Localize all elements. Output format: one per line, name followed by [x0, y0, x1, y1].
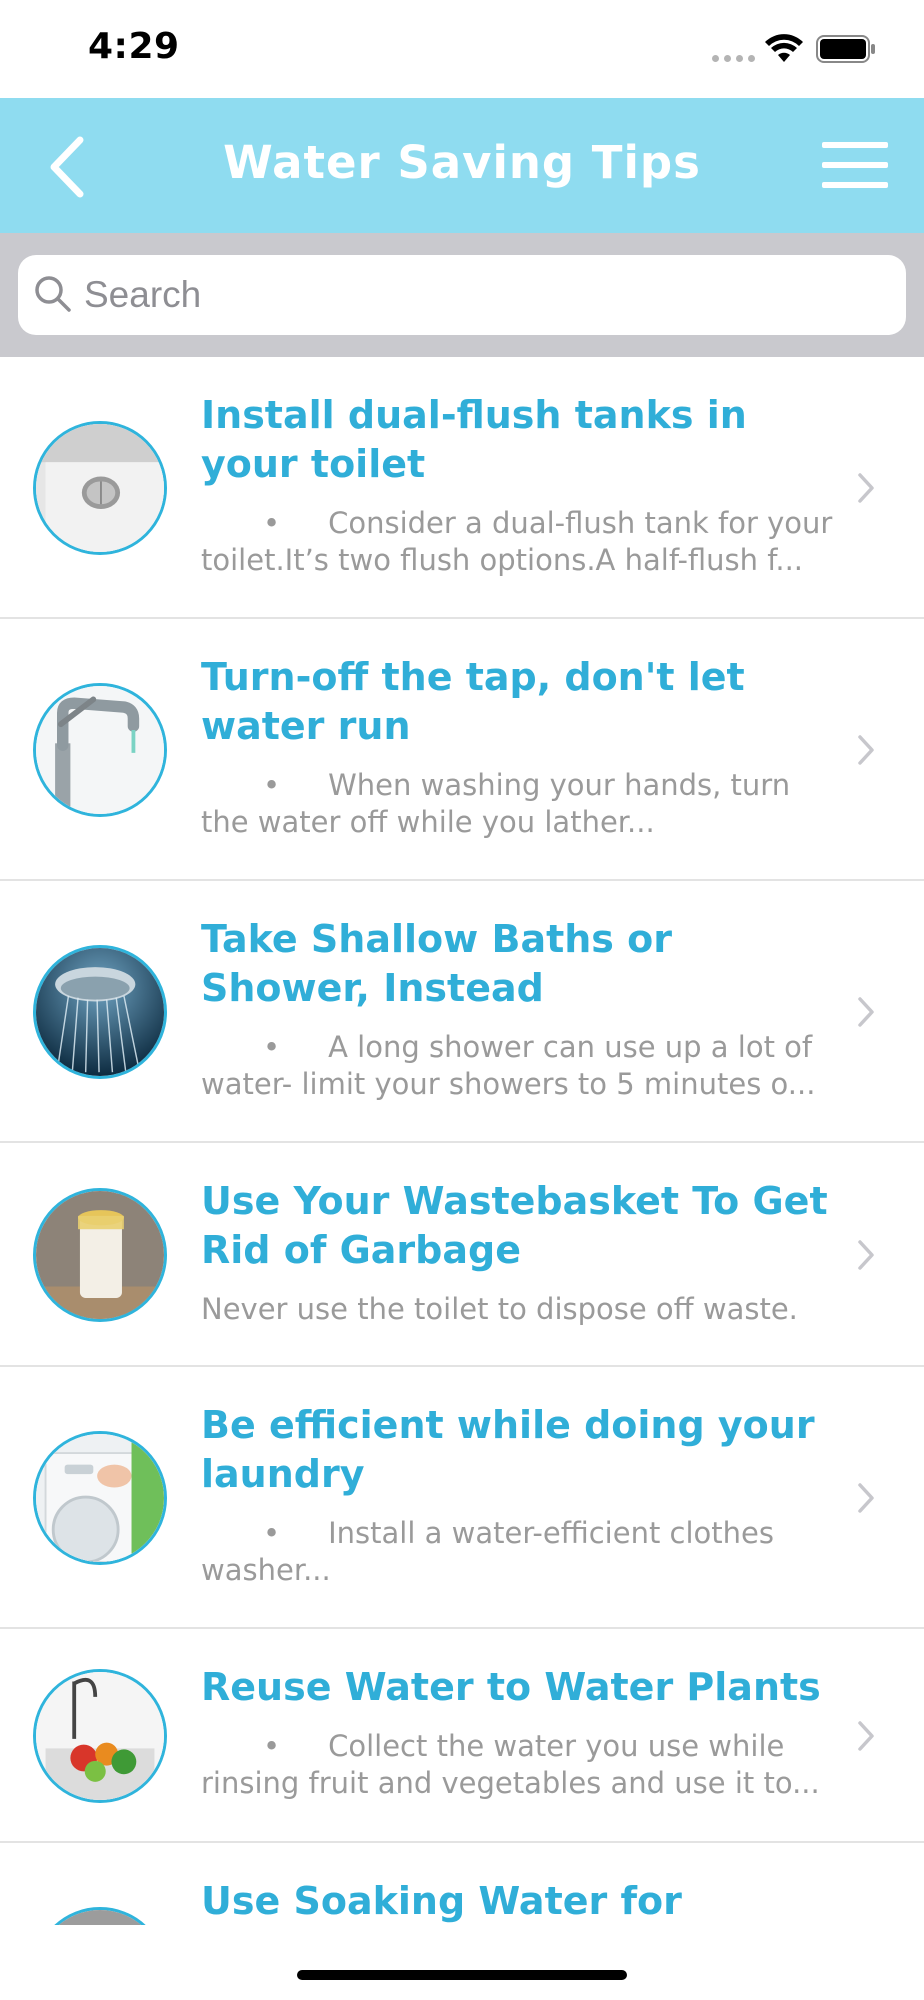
- water-tap-image: [33, 683, 167, 817]
- back-chevron-icon[interactable]: [44, 134, 94, 200]
- battery-icon: [816, 35, 875, 63]
- chevron-right-icon: [858, 1240, 874, 1270]
- list-item[interactable]: Reuse Water to Water Plants • Collect the…: [0, 1629, 924, 1843]
- search-icon: [35, 276, 71, 312]
- tip-text: Use Your Wastebasket To Get Rid of Garba…: [201, 1177, 841, 1328]
- tip-description: • Install a water-efficient clothes washe…: [201, 1516, 774, 1587]
- chevron-right-icon: [858, 735, 874, 765]
- tip-description: • A long shower can use up a lot of water…: [201, 1030, 816, 1101]
- tip-title: Take Shallow Baths or Shower, Instead: [201, 917, 672, 1010]
- tip-title: Be efficient while doing your laundry: [201, 1403, 815, 1496]
- tip-text: Be efficient while doing your laundry • I…: [201, 1401, 841, 1589]
- chevron-right-icon: [858, 1483, 874, 1513]
- chevron-right-icon: [858, 997, 874, 1027]
- list-item[interactable]: Take Shallow Baths or Shower, Instead • A…: [0, 881, 924, 1143]
- list-item[interactable]: Be efficient while doing your laundry • I…: [0, 1367, 924, 1629]
- washing-machine-image: [33, 1431, 167, 1565]
- list-item[interactable]: Use Soaking Water for: [0, 1843, 924, 1925]
- wifi-icon: [765, 34, 803, 62]
- tip-text: Install dual-flush tanks in your toilet …: [201, 391, 841, 579]
- tip-description: • When washing your hands, turn the water…: [201, 768, 791, 839]
- tip-text: Reuse Water to Water Plants • Collect the…: [201, 1663, 841, 1802]
- search-bar-area: [0, 233, 924, 357]
- search-input[interactable]: [84, 255, 884, 335]
- status-time: 4:29: [88, 26, 180, 67]
- toilet-flush-button-image: [33, 421, 167, 555]
- tip-text: Turn-off the tap, don't let water run • W…: [201, 653, 841, 841]
- soaking-water-image: [33, 1907, 167, 1925]
- tip-title: Use Your Wastebasket To Get Rid of Garba…: [201, 1179, 828, 1272]
- tip-title: Install dual-flush tanks in your toilet: [201, 393, 747, 486]
- sink-vegetables-image: [33, 1669, 167, 1803]
- list-item[interactable]: Install dual-flush tanks in your toilet …: [0, 357, 924, 619]
- tips-list: Install dual-flush tanks in your toilet …: [0, 357, 924, 1925]
- list-item[interactable]: Turn-off the tap, don't let water run • W…: [0, 619, 924, 881]
- hamburger-menu-icon[interactable]: [822, 142, 890, 188]
- navigation-bar: Water Saving Tips: [0, 98, 924, 233]
- tip-description: • Consider a dual-flush tank for your toi…: [201, 506, 833, 577]
- tip-description: • Collect the water you use while rinsing…: [201, 1729, 820, 1800]
- wastebasket-image: [33, 1188, 167, 1322]
- shower-head-image: [33, 945, 167, 1079]
- tip-description: Never use the toilet to dispose off wast…: [201, 1292, 798, 1326]
- page-title: Water Saving Tips: [223, 136, 701, 189]
- chevron-right-icon: [858, 473, 874, 503]
- status-bar: 4:29: [0, 0, 924, 98]
- tip-text: Use Soaking Water for: [201, 1877, 841, 1925]
- tip-text: Take Shallow Baths or Shower, Instead • A…: [201, 915, 841, 1103]
- tip-title: Reuse Water to Water Plants: [201, 1665, 821, 1709]
- tip-title: Turn-off the tap, don't let water run: [201, 655, 745, 748]
- app-screen: 4:29 Water Saving Tips Search Install du…: [0, 0, 924, 2000]
- tip-title: Use Soaking Water for: [201, 1879, 682, 1923]
- search-box[interactable]: [18, 255, 906, 335]
- home-indicator[interactable]: [297, 1970, 627, 1980]
- chevron-right-icon: [858, 1721, 874, 1751]
- cellular-signal-icon: [712, 55, 755, 62]
- list-item[interactable]: Use Your Wastebasket To Get Rid of Garba…: [0, 1143, 924, 1367]
